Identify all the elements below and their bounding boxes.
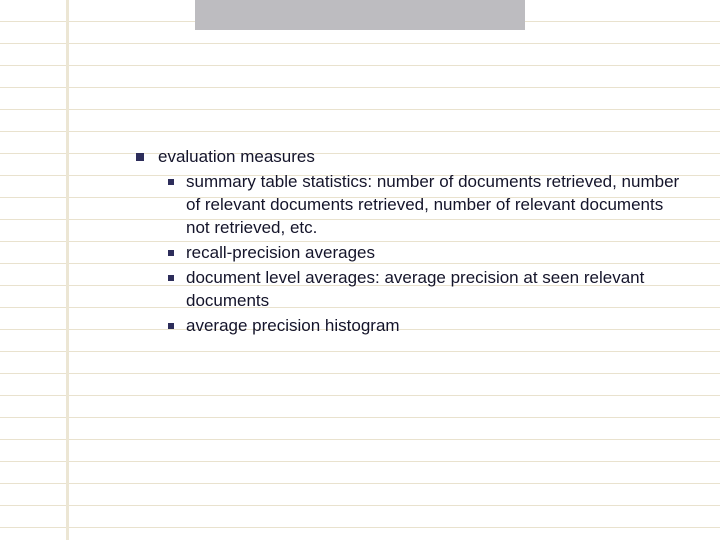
bullet-text: recall-precision averages (186, 242, 680, 265)
square-bullet-icon (136, 153, 144, 161)
bullet-level2: document level averages: average precisi… (168, 267, 680, 313)
square-bullet-icon (168, 250, 174, 256)
bullet-level1: evaluation measures (136, 146, 680, 169)
bullet-level2: recall-precision averages (168, 242, 680, 265)
slide-body: evaluation measures summary table statis… (136, 146, 680, 340)
title-placeholder-bar (195, 0, 525, 30)
bullet-text: document level averages: average precisi… (186, 267, 680, 313)
square-bullet-icon (168, 275, 174, 281)
square-bullet-icon (168, 179, 174, 185)
bullet-text: summary table statistics: number of docu… (186, 171, 680, 240)
bullet-text: evaluation measures (158, 146, 680, 169)
left-margin-stripe (66, 0, 69, 540)
square-bullet-icon (168, 323, 174, 329)
bullet-level2: average precision histogram (168, 315, 680, 338)
bullet-level2: summary table statistics: number of docu… (168, 171, 680, 240)
bullet-text: average precision histogram (186, 315, 680, 338)
